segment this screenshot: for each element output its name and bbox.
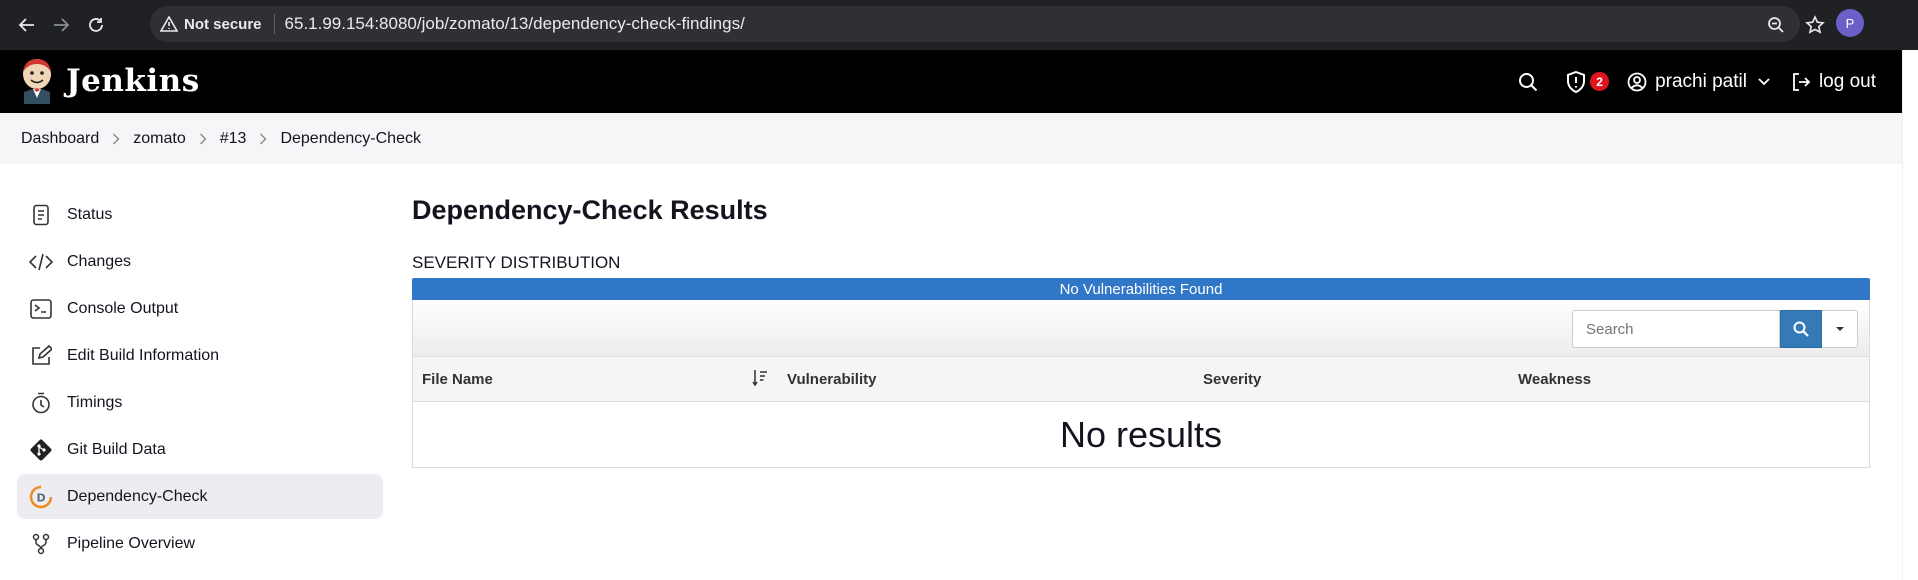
page-scrollbar[interactable] bbox=[1902, 50, 1918, 580]
logout-link[interactable]: log out bbox=[1791, 71, 1876, 93]
breadcrumb: Dashboard zomato #13 Dependency-Check bbox=[0, 113, 1918, 164]
stopwatch-icon bbox=[29, 391, 53, 415]
user-menu[interactable]: prachi patil bbox=[1627, 71, 1771, 93]
address-divider bbox=[273, 14, 275, 34]
chevron-down-icon bbox=[1758, 77, 1770, 85]
user-circle-icon bbox=[1627, 72, 1647, 91]
table-toolbar bbox=[413, 300, 1869, 357]
logout-icon bbox=[1793, 72, 1811, 91]
empty-results-message: No results bbox=[1059, 413, 1223, 455]
profile-avatar[interactable]: P bbox=[1836, 9, 1864, 37]
sidebar-item-label: Pipeline Overview bbox=[67, 534, 196, 552]
sidebar-item-label: Git Build Data bbox=[67, 440, 166, 458]
sidebar-item-edit-build-information[interactable]: Edit Build Information bbox=[17, 333, 383, 378]
security-indicator[interactable]: Not secure bbox=[160, 16, 262, 33]
security-alerts-button[interactable]: 2 bbox=[1566, 70, 1610, 93]
chevron-right-icon bbox=[199, 133, 207, 145]
sort-descending-icon[interactable] bbox=[752, 369, 768, 391]
security-label: Not secure bbox=[184, 15, 262, 33]
main-panel: Dependency-Check Results SEVERITY DISTRI… bbox=[412, 192, 1870, 468]
git-icon bbox=[29, 438, 53, 462]
sidebar-item-pipeline-overview[interactable]: Pipeline Overview bbox=[17, 521, 383, 566]
search-options-dropdown[interactable] bbox=[1822, 310, 1858, 348]
address-bar[interactable]: Not secure 65.1.99.154:8080/job/zomato/1… bbox=[150, 6, 1800, 42]
url-text[interactable]: 65.1.99.154:8080/job/zomato/13/dependenc… bbox=[285, 14, 745, 34]
column-header-vulnerability[interactable]: Vulnerability bbox=[787, 371, 876, 388]
breadcrumb-build[interactable]: #13 bbox=[220, 130, 247, 148]
zoom-button[interactable] bbox=[1761, 10, 1791, 40]
back-arrow-icon bbox=[18, 18, 34, 32]
sidebar-item-timings[interactable]: Timings bbox=[17, 380, 383, 425]
column-header-weakness[interactable]: Weakness bbox=[1518, 371, 1591, 388]
jenkins-home-link[interactable]: Jenkins bbox=[20, 58, 200, 104]
terminal-icon bbox=[29, 297, 53, 321]
dependency-check-icon: D bbox=[29, 485, 53, 509]
side-panel: Status Changes Console Output Edit Build… bbox=[17, 192, 383, 568]
severity-distribution-title: SEVERITY DISTRIBUTION bbox=[412, 253, 621, 272]
warning-triangle-icon bbox=[160, 16, 178, 32]
page-title: Dependency-Check Results bbox=[412, 195, 768, 225]
search-submit-button[interactable] bbox=[1780, 310, 1822, 348]
browser-toolbar: Not secure 65.1.99.154:8080/job/zomato/1… bbox=[0, 0, 1918, 50]
sidebar-item-label: Edit Build Information bbox=[67, 346, 220, 364]
forward-arrow-icon bbox=[54, 18, 70, 32]
caret-down-icon bbox=[1835, 327, 1844, 331]
sidebar-item-changes[interactable]: Changes bbox=[17, 239, 383, 284]
sidebar-item-label: Changes bbox=[67, 252, 132, 270]
jenkins-brand: Jenkins bbox=[66, 63, 200, 99]
logout-label: log out bbox=[1818, 70, 1876, 92]
bookmark-button[interactable] bbox=[1800, 10, 1830, 40]
sidebar-item-label: Status bbox=[67, 205, 113, 223]
search-button[interactable] bbox=[1518, 72, 1538, 92]
code-icon bbox=[29, 250, 53, 274]
sidebar-item-dependency-check[interactable]: D Dependency-Check bbox=[17, 474, 383, 519]
table-search bbox=[1572, 310, 1858, 348]
findings-table: File Name Vulnerability Severity Weaknes… bbox=[412, 300, 1870, 468]
chevron-right-icon bbox=[259, 133, 267, 145]
sidebar-item-git-build-data[interactable]: Git Build Data bbox=[17, 427, 383, 472]
severity-distribution-bar: No Vulnerabilities Found bbox=[412, 278, 1870, 300]
svg-text:D: D bbox=[37, 491, 46, 504]
sidebar-item-label: Dependency-Check bbox=[67, 487, 208, 505]
breadcrumb-current[interactable]: Dependency-Check bbox=[280, 130, 421, 148]
zoom-icon bbox=[1768, 17, 1784, 33]
search-icon bbox=[1793, 321, 1809, 337]
chevron-right-icon bbox=[112, 133, 120, 145]
sidebar-item-console-output[interactable]: Console Output bbox=[17, 286, 383, 331]
edit-icon bbox=[29, 344, 53, 368]
search-input[interactable] bbox=[1572, 310, 1780, 348]
reload-icon bbox=[89, 18, 103, 32]
alerts-count-badge: 2 bbox=[1590, 72, 1610, 91]
star-icon bbox=[1805, 15, 1825, 34]
column-header-severity[interactable]: Severity bbox=[1203, 371, 1261, 388]
pipeline-icon bbox=[29, 532, 53, 556]
sidebar-item-status[interactable]: Status bbox=[17, 192, 383, 237]
notepad-icon bbox=[29, 203, 53, 227]
jenkins-header: Jenkins 2 prachi patil log out bbox=[0, 50, 1918, 113]
breadcrumb-job[interactable]: zomato bbox=[133, 130, 185, 148]
header-actions: 2 prachi patil log out bbox=[1494, 50, 1876, 113]
sidebar-item-label: Console Output bbox=[67, 299, 179, 317]
shield-alert-icon bbox=[1567, 70, 1586, 93]
breadcrumb-dashboard[interactable]: Dashboard bbox=[21, 130, 99, 148]
column-header-file-name[interactable]: File Name bbox=[422, 371, 493, 388]
reload-button[interactable] bbox=[81, 10, 111, 40]
jenkins-butler-logo-icon bbox=[23, 59, 51, 104]
search-icon bbox=[1519, 72, 1538, 91]
forward-button[interactable] bbox=[46, 10, 76, 40]
back-button[interactable] bbox=[12, 10, 42, 40]
table-header-row: File Name Vulnerability Severity Weaknes… bbox=[413, 357, 1869, 402]
sidebar-item-label: Timings bbox=[67, 393, 123, 411]
user-name: prachi patil bbox=[1655, 70, 1747, 92]
